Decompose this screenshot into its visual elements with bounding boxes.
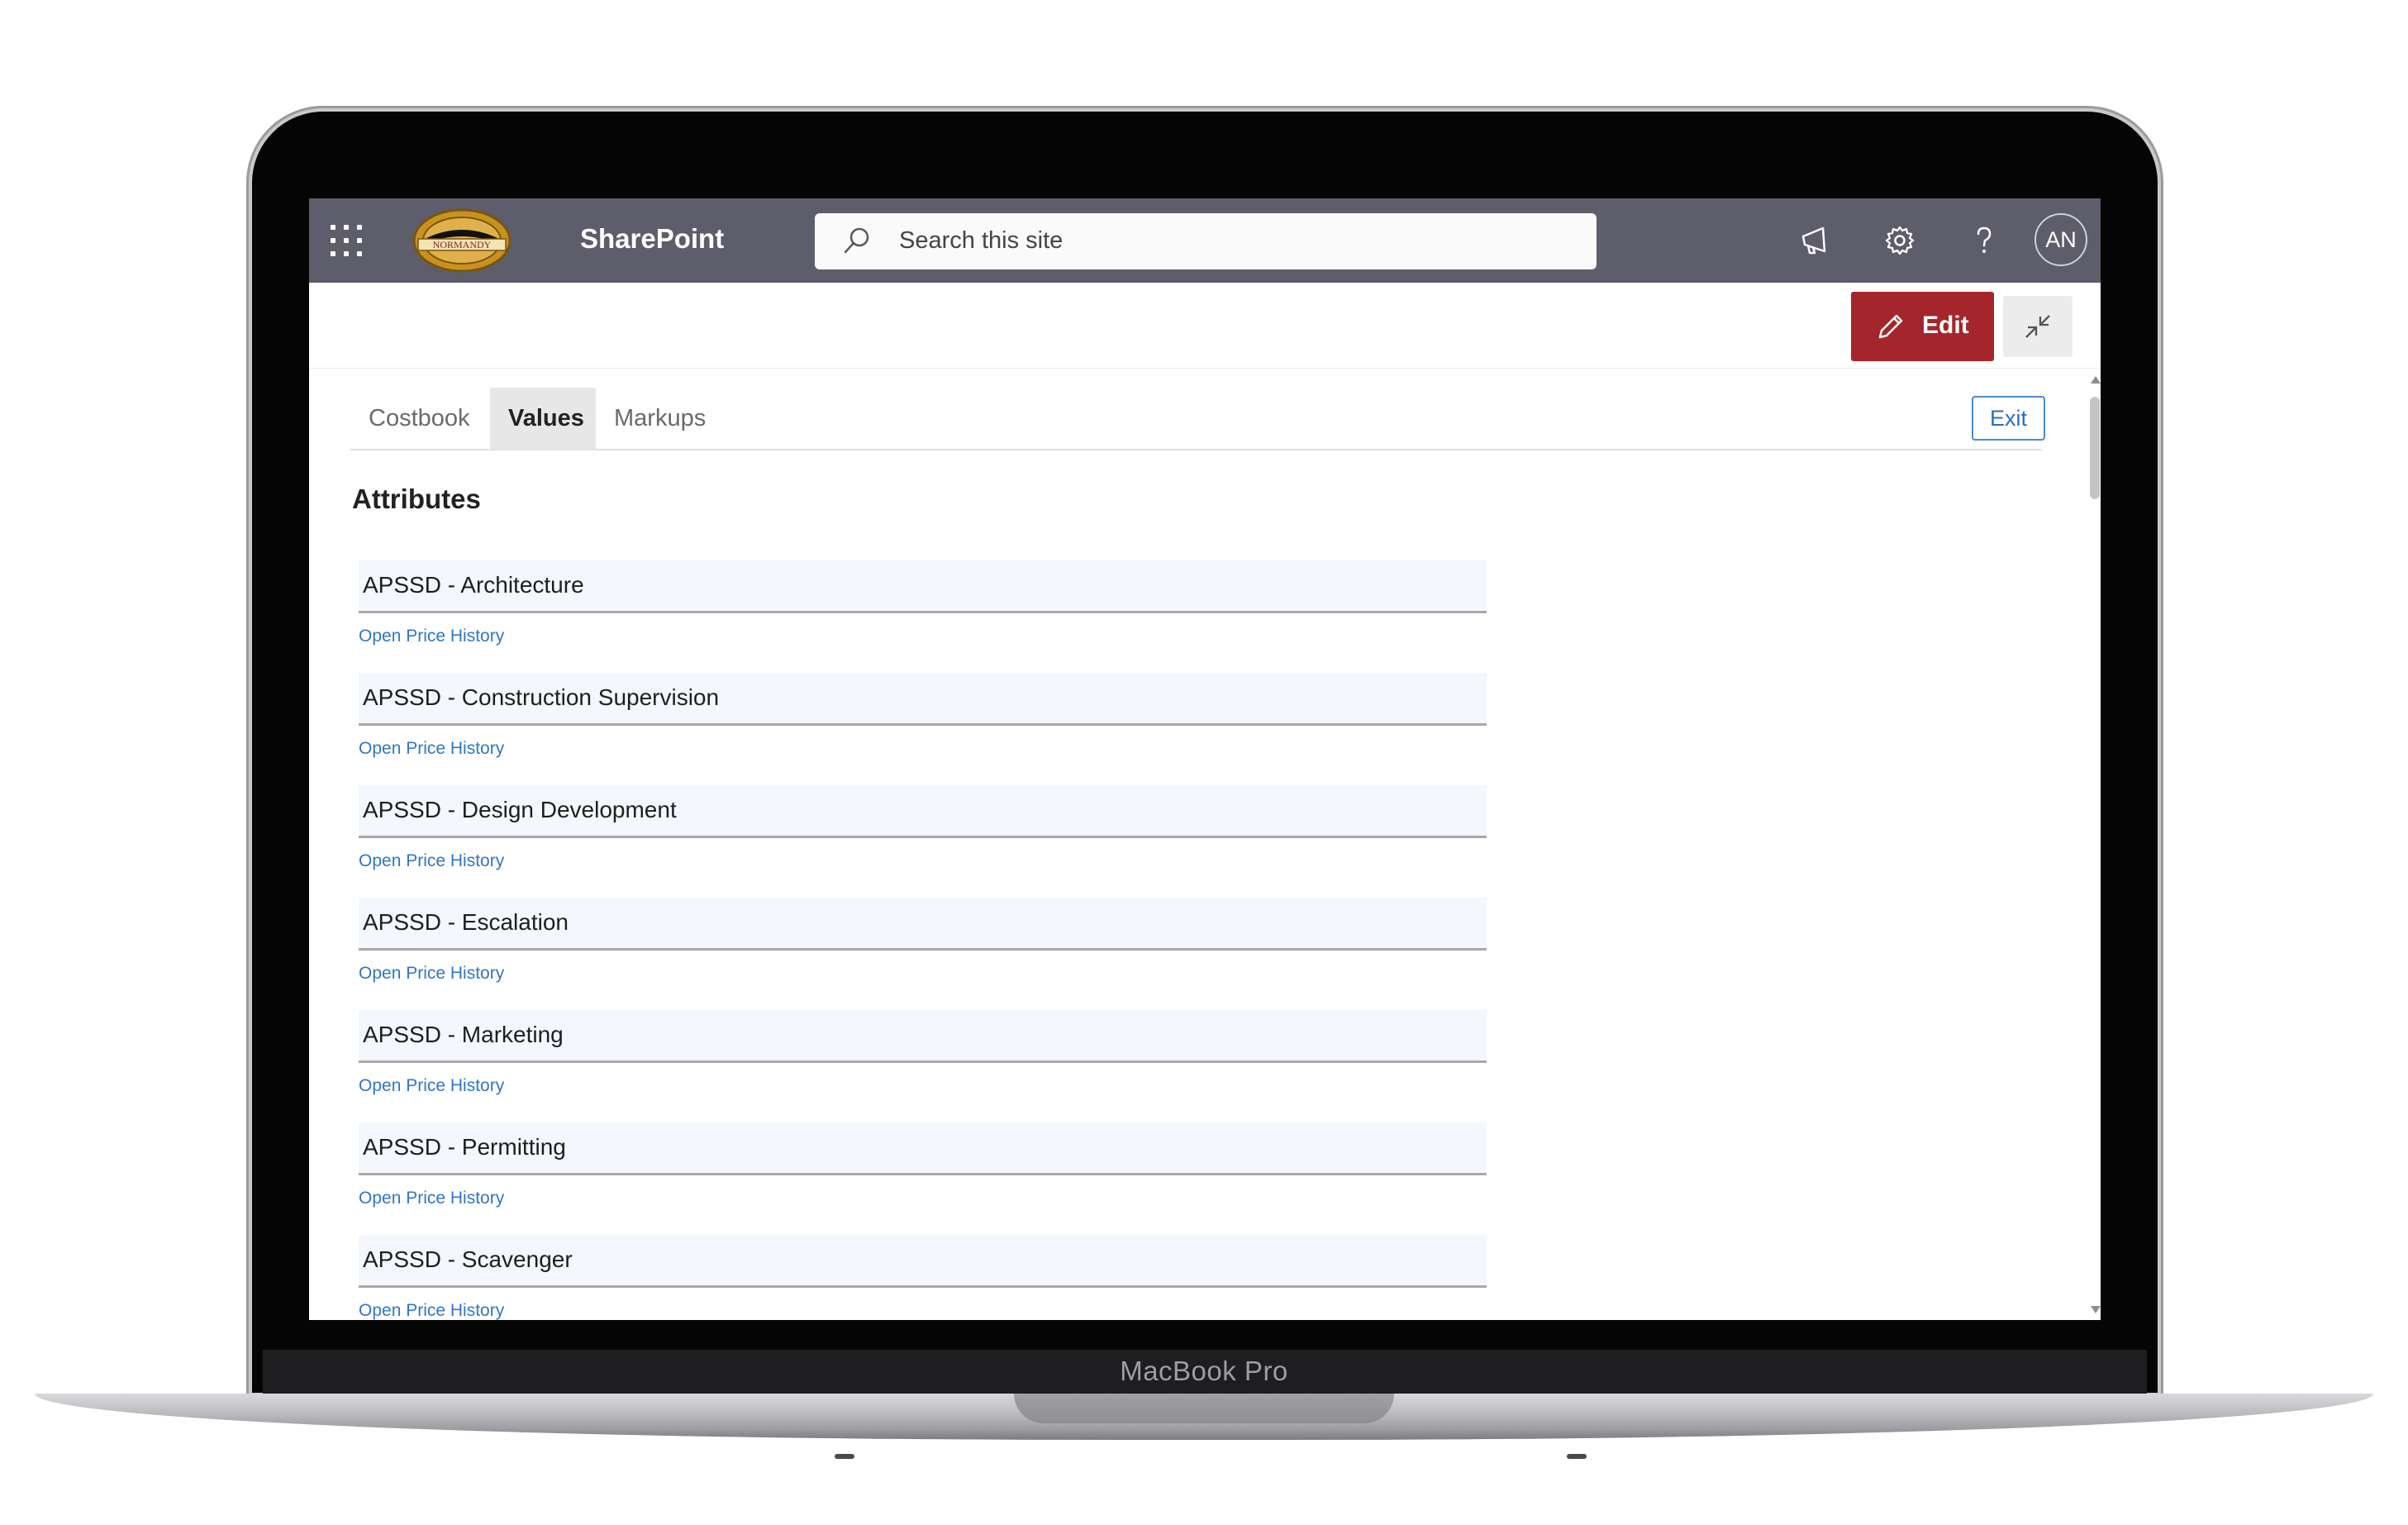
help-icon[interactable] bbox=[1963, 220, 2005, 261]
command-bar-divider bbox=[309, 368, 2101, 369]
attribute-label: APSSD - Architecture bbox=[363, 572, 584, 598]
tab-markups[interactable]: Markups bbox=[596, 388, 724, 449]
list-item: APSSD - Architecture Open Price History bbox=[359, 560, 1487, 673]
pencil-icon bbox=[1878, 314, 1903, 339]
collapse-button[interactable] bbox=[2003, 296, 2072, 357]
edit-button[interactable]: Edit bbox=[1851, 292, 1994, 361]
open-price-history-link[interactable]: Open Price History bbox=[359, 627, 504, 646]
edit-button-label: Edit bbox=[1922, 312, 1969, 339]
open-price-history-link[interactable]: Open Price History bbox=[359, 1076, 504, 1096]
attribute-field[interactable]: APSSD - Escalation bbox=[359, 898, 1487, 951]
tabs-divider bbox=[350, 449, 2042, 450]
normandy-logo[interactable]: NORMANDY bbox=[410, 207, 514, 274]
screen: NORMANDY SharePoint Search this site AN … bbox=[309, 198, 2101, 1320]
list-item: APSSD - Marketing Open Price History bbox=[359, 1010, 1487, 1122]
attribute-field[interactable]: APSSD - Construction Supervision bbox=[359, 673, 1487, 726]
list-item: APSSD - Escalation Open Price History bbox=[359, 898, 1487, 1010]
search-box[interactable]: Search this site bbox=[815, 213, 1597, 269]
attribute-field[interactable]: APSSD - Design Development bbox=[359, 785, 1487, 838]
attribute-label: APSSD - Design Development bbox=[363, 797, 677, 822]
list-item: APSSD - Permitting Open Price History bbox=[359, 1122, 1487, 1235]
tab-values[interactable]: Values bbox=[490, 388, 596, 449]
open-price-history-link[interactable]: Open Price History bbox=[359, 851, 504, 871]
logo-text: NORMANDY bbox=[433, 239, 492, 250]
section-title: Attributes bbox=[352, 484, 481, 514]
open-price-history-link[interactable]: Open Price History bbox=[359, 964, 504, 984]
open-price-history-link[interactable]: Open Price History bbox=[359, 1189, 504, 1208]
attribute-field[interactable]: APSSD - Permitting bbox=[359, 1122, 1487, 1175]
scroll-down-arrow-icon[interactable] bbox=[2091, 1306, 2101, 1313]
attribute-field[interactable]: APSSD - Marketing bbox=[359, 1010, 1487, 1063]
attribute-label: APSSD - Construction Supervision bbox=[363, 684, 720, 710]
attribute-label: APSSD - Permitting bbox=[363, 1134, 566, 1160]
attribute-label: APSSD - Scavenger bbox=[363, 1246, 573, 1272]
megaphone-icon[interactable] bbox=[1795, 220, 1836, 261]
search-input[interactable]: Search this site bbox=[899, 227, 1063, 255]
search-icon bbox=[844, 227, 869, 254]
attribute-label: APSSD - Escalation bbox=[363, 909, 569, 935]
app-launcher-icon[interactable] bbox=[331, 225, 362, 256]
open-price-history-link[interactable]: Open Price History bbox=[359, 1301, 504, 1320]
suite-bar: NORMANDY SharePoint Search this site AN bbox=[309, 198, 2101, 283]
open-price-history-link[interactable]: Open Price History bbox=[359, 739, 504, 759]
macbook-label: MacBook Pro bbox=[1120, 1356, 1288, 1386]
settings-gear-icon[interactable] bbox=[1879, 220, 1920, 261]
attribute-field[interactable]: APSSD - Scavenger bbox=[359, 1235, 1487, 1288]
user-avatar[interactable]: AN bbox=[2034, 213, 2087, 266]
laptop-notch bbox=[1014, 1394, 1394, 1423]
laptop-foot bbox=[1567, 1454, 1587, 1459]
scroll-up-arrow-icon[interactable] bbox=[2091, 376, 2101, 384]
list-item: APSSD - Design Development Open Price Hi… bbox=[359, 785, 1487, 898]
scrollbar-thumb[interactable] bbox=[2090, 397, 2100, 499]
exit-button[interactable]: Exit bbox=[1972, 396, 2045, 441]
tab-costbook[interactable]: Costbook bbox=[350, 388, 488, 449]
attribute-label: APSSD - Marketing bbox=[363, 1022, 564, 1047]
list-item: APSSD - Scavenger Open Price History bbox=[359, 1235, 1487, 1320]
laptop-foot bbox=[835, 1454, 854, 1459]
collapse-arrows-icon bbox=[2025, 315, 2050, 338]
app-title[interactable]: SharePoint bbox=[580, 223, 724, 255]
list-item: APSSD - Construction Supervision Open Pr… bbox=[359, 673, 1487, 785]
attribute-list: APSSD - Architecture Open Price History … bbox=[359, 560, 1487, 1320]
attribute-field[interactable]: APSSD - Architecture bbox=[359, 560, 1487, 613]
